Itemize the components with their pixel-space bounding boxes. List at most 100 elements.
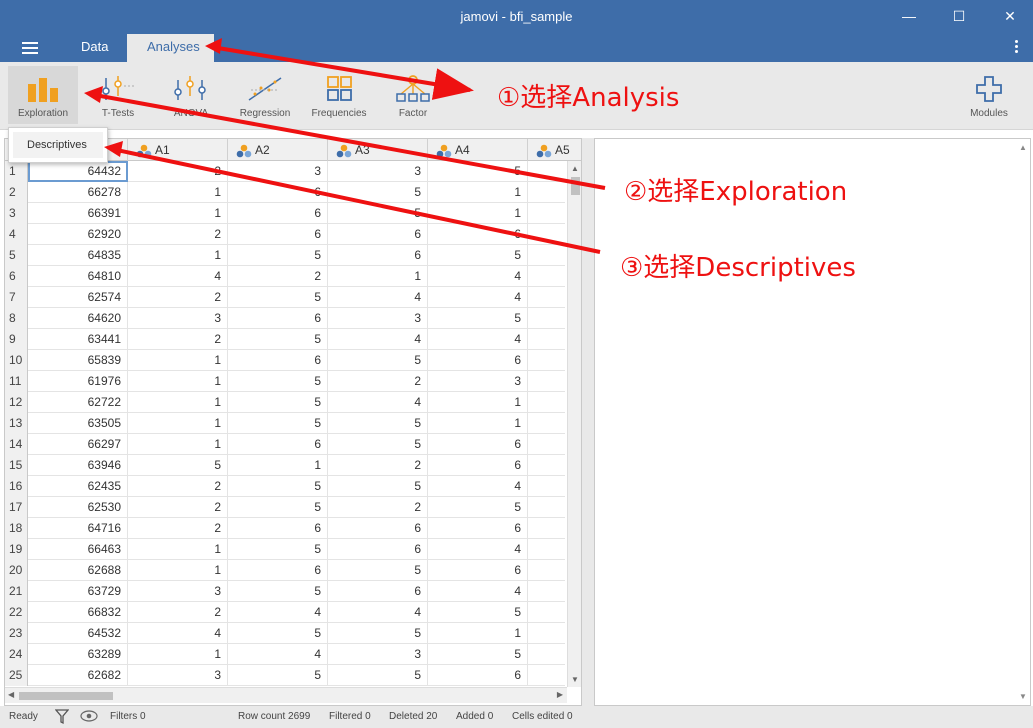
table-cell[interactable]: 6	[228, 518, 328, 539]
maximize-button[interactable]: ☐	[936, 0, 982, 32]
table-cell[interactable]: 4	[428, 476, 528, 497]
table-cell[interactable]: 5	[328, 203, 428, 224]
table-cell[interactable]: 1	[428, 623, 528, 644]
hamburger-menu-icon[interactable]	[22, 42, 38, 54]
table-cell[interactable]: 62920	[28, 224, 128, 245]
table-cell[interactable]: 6	[228, 182, 328, 203]
row-number[interactable]: 18	[5, 518, 28, 539]
menu-item-descriptives[interactable]: Descriptives	[13, 132, 103, 158]
horizontal-scrollbar[interactable]: ◀ ▶	[5, 687, 567, 703]
table-cell[interactable]: 1	[128, 539, 228, 560]
scroll-right-icon[interactable]: ▶	[557, 690, 563, 699]
scroll-up-icon[interactable]: ▲	[571, 164, 579, 173]
table-cell[interactable]: 62722	[28, 392, 128, 413]
row-number[interactable]: 14	[5, 434, 28, 455]
table-cell[interactable]: 4	[328, 329, 428, 350]
table-cell[interactable]: 4	[328, 392, 428, 413]
table-cell[interactable]: 5	[328, 560, 428, 581]
table-cell[interactable]: 1	[128, 560, 228, 581]
vertical-scroll-thumb[interactable]	[571, 177, 580, 195]
table-cell[interactable]: 4	[428, 539, 528, 560]
row-number[interactable]: 6	[5, 266, 28, 287]
table-cell[interactable]: 6	[428, 434, 528, 455]
table-cell[interactable]: 2	[128, 224, 228, 245]
ttests-button[interactable]: T-Tests	[83, 66, 153, 124]
table-cell[interactable]: 62530	[28, 497, 128, 518]
row-number[interactable]: 20	[5, 560, 28, 581]
row-number[interactable]: 5	[5, 245, 28, 266]
table-cell[interactable]: 4	[128, 623, 228, 644]
table-cell[interactable]: 3	[228, 161, 328, 182]
horizontal-scroll-thumb[interactable]	[19, 692, 113, 700]
scroll-left-icon[interactable]: ◀	[8, 690, 14, 699]
table-cell[interactable]: 6	[228, 560, 328, 581]
table-cell[interactable]: 5	[328, 476, 428, 497]
table-cell[interactable]: 5	[428, 245, 528, 266]
table-cell[interactable]: 6	[328, 224, 428, 245]
table-cell[interactable]: 6	[228, 224, 328, 245]
table-cell[interactable]: 2	[128, 329, 228, 350]
table-cell[interactable]: 62435	[28, 476, 128, 497]
table-cell[interactable]: 4	[128, 266, 228, 287]
table-cell[interactable]: 2	[128, 287, 228, 308]
table-cell[interactable]: 5	[228, 476, 328, 497]
table-cell[interactable]: 5	[128, 455, 228, 476]
table-cell[interactable]: 64835	[28, 245, 128, 266]
exploration-button[interactable]: Exploration	[8, 66, 78, 124]
row-number[interactable]: 1	[5, 161, 28, 182]
table-cell[interactable]: 62682	[28, 665, 128, 686]
table-cell[interactable]: 2	[128, 161, 228, 182]
table-cell[interactable]: 1	[128, 413, 228, 434]
table-cell[interactable]: 2	[128, 497, 228, 518]
table-cell[interactable]: 5	[228, 623, 328, 644]
row-number[interactable]: 8	[5, 308, 28, 329]
table-cell[interactable]: 6	[328, 539, 428, 560]
table-cell[interactable]: 5	[228, 392, 328, 413]
table-cell[interactable]: 63505	[28, 413, 128, 434]
table-cell[interactable]: 5	[328, 413, 428, 434]
eye-icon[interactable]	[80, 710, 98, 722]
table-cell[interactable]: 6	[228, 308, 328, 329]
table-cell[interactable]: 1	[128, 434, 228, 455]
table-cell[interactable]: 5	[228, 245, 328, 266]
table-cell[interactable]: 6	[328, 245, 428, 266]
vertical-scrollbar[interactable]: ▲ ▼	[567, 161, 581, 687]
regression-button[interactable]: Regression	[230, 66, 300, 124]
row-number[interactable]: 10	[5, 350, 28, 371]
row-number[interactable]: 9	[5, 329, 28, 350]
column-header-a3[interactable]: A3	[328, 139, 428, 161]
table-cell[interactable]: 66278	[28, 182, 128, 203]
tab-data[interactable]: Data	[61, 34, 128, 62]
table-cell[interactable]: 2	[328, 455, 428, 476]
table-cell[interactable]: 65839	[28, 350, 128, 371]
row-number[interactable]: 17	[5, 497, 28, 518]
table-cell[interactable]: 3	[428, 371, 528, 392]
table-cell[interactable]: 63289	[28, 644, 128, 665]
table-cell[interactable]: 5	[228, 581, 328, 602]
table-cell[interactable]: 4	[328, 287, 428, 308]
table-cell[interactable]: 4	[428, 287, 528, 308]
close-button[interactable]: ✕	[987, 0, 1033, 32]
table-cell[interactable]: 3	[328, 161, 428, 182]
row-number[interactable]: 13	[5, 413, 28, 434]
frequencies-button[interactable]: Frequencies	[304, 66, 374, 124]
table-cell[interactable]: 5	[428, 602, 528, 623]
column-header-a1[interactable]: A1	[128, 139, 228, 161]
row-number[interactable]: 23	[5, 623, 28, 644]
table-cell[interactable]: 6	[428, 518, 528, 539]
table-cell[interactable]: 6	[428, 455, 528, 476]
column-header-a4[interactable]: A4	[428, 139, 528, 161]
row-number[interactable]: 3	[5, 203, 28, 224]
table-cell[interactable]: 5	[428, 644, 528, 665]
table-cell[interactable]: 1	[128, 644, 228, 665]
table-cell[interactable]: 2	[328, 497, 428, 518]
table-cell[interactable]: 1	[328, 266, 428, 287]
table-cell[interactable]: 5	[228, 413, 328, 434]
filter-icon[interactable]	[55, 709, 69, 725]
results-scroll-up-icon[interactable]: ▲	[1019, 143, 1027, 152]
table-cell[interactable]: 4	[428, 581, 528, 602]
table-cell[interactable]: 64620	[28, 308, 128, 329]
table-cell[interactable]: 61976	[28, 371, 128, 392]
table-cell[interactable]: 5	[328, 182, 428, 203]
table-cell[interactable]: 64810	[28, 266, 128, 287]
